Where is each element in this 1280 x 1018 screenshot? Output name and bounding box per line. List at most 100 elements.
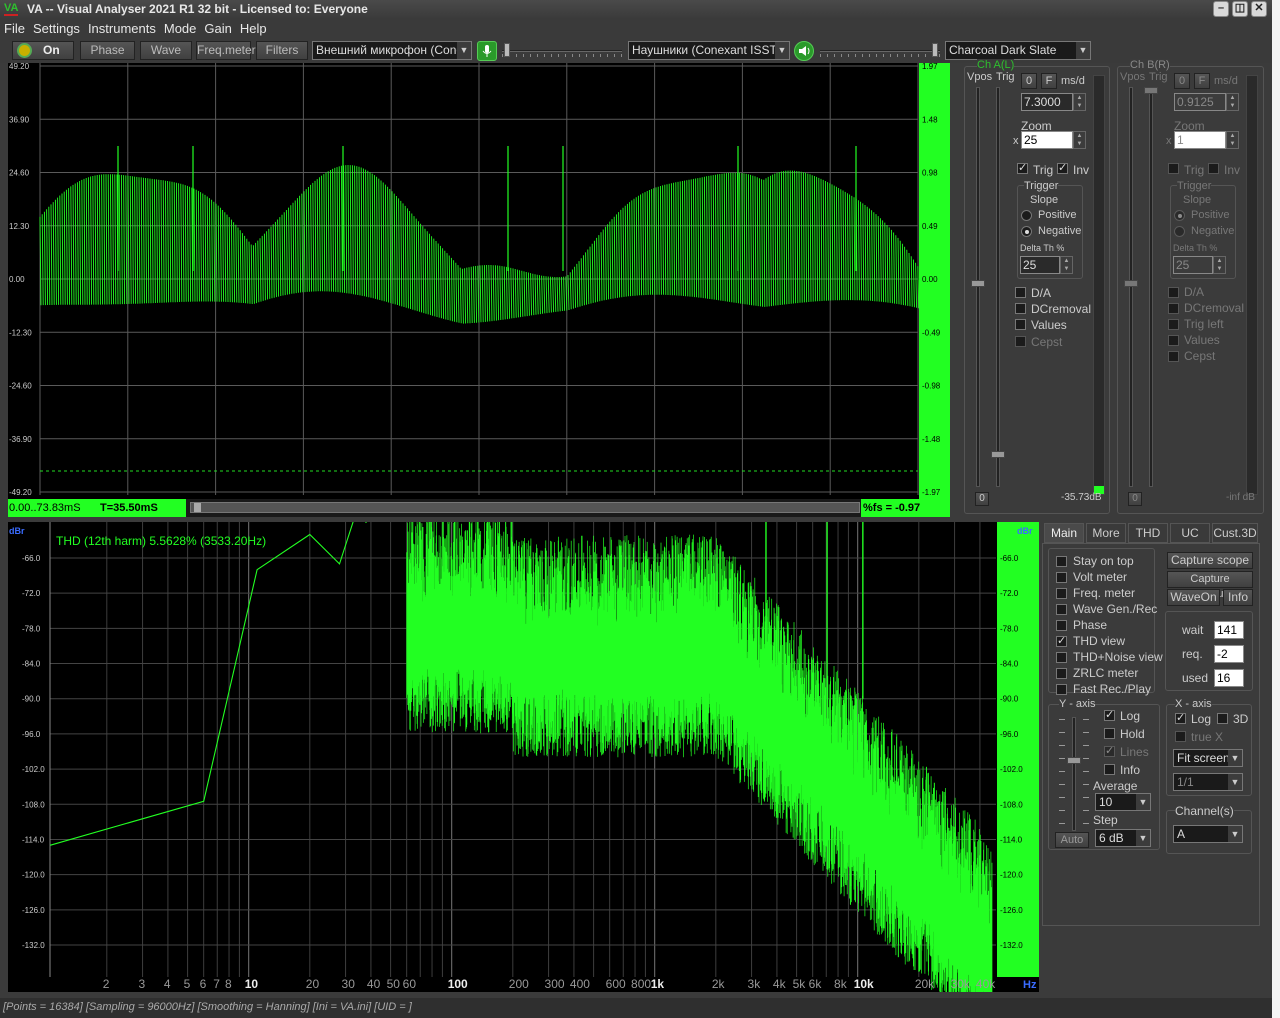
capture-scope-button[interactable]: Capture scope [1167, 552, 1253, 569]
zero-button[interactable]: 0 [1174, 73, 1190, 89]
vpos-slider-thumb[interactable] [971, 280, 985, 287]
instrument-checkbox[interactable] [1056, 556, 1067, 567]
fit-screen-select[interactable]: Fit screen ▼ [1173, 749, 1243, 767]
on-button[interactable]: On [12, 41, 74, 60]
delta-th-spinner[interactable]: ▲ ▼ [1060, 256, 1073, 274]
spectrum-view[interactable]: -66.0 -66.0 -72.0 -72.0 -78.0 -78.0 -84.0 -84.0… [8, 522, 1039, 992]
da-checkbox[interactable] [1168, 287, 1179, 298]
speaker-icon[interactable] [794, 41, 814, 61]
channel-b-zero-button[interactable]: 0 [1128, 492, 1142, 506]
trig-slider[interactable] [1149, 87, 1153, 487]
trig-checkbox[interactable] [1017, 161, 1028, 174]
negative-radio[interactable] [1021, 226, 1032, 237]
tab-more[interactable]: More [1086, 523, 1126, 543]
instrument-checkbox[interactable] [1056, 604, 1067, 615]
delta-th-input[interactable]: 25 [1020, 256, 1060, 274]
tab-cust3d[interactable]: Cust.3D [1212, 523, 1258, 543]
da-checkbox[interactable] [1015, 287, 1026, 298]
restore-icon[interactable]: ◫ [1232, 1, 1248, 17]
zoom-spinner[interactable]: ▲ ▼ [1073, 131, 1086, 149]
output-volume-slider[interactable] [820, 43, 940, 59]
lines-checkbox[interactable] [1104, 744, 1115, 757]
theme-select[interactable]: Charcoal Dark Slate ▼ [945, 41, 1091, 60]
auto-button[interactable]: Auto [1055, 832, 1089, 848]
vpos-slider[interactable] [976, 87, 980, 487]
menu-file[interactable]: File [0, 19, 29, 38]
y-axis-slider-thumb[interactable] [1067, 757, 1081, 764]
time-scroll-thumb[interactable] [194, 503, 201, 512]
dcremoval-checkbox[interactable] [1015, 303, 1026, 314]
info-button[interactable]: Info [1223, 589, 1253, 606]
x-log-checkbox[interactable] [1175, 711, 1186, 724]
instrument-checkbox[interactable] [1056, 634, 1067, 647]
trig-slider-thumb[interactable] [1144, 87, 1158, 94]
channels-select[interactable]: A ▼ [1173, 825, 1243, 843]
log-checkbox[interactable] [1104, 708, 1115, 721]
instrument-checkbox[interactable] [1056, 588, 1067, 599]
tab-thd[interactable]: THD [1128, 523, 1168, 543]
values-checkbox[interactable] [1168, 335, 1179, 346]
freq-meter-button[interactable]: Freq.meter [196, 41, 256, 60]
instrument-checkbox[interactable] [1056, 572, 1067, 583]
instrument-checkbox[interactable] [1056, 620, 1067, 631]
delta-th-input[interactable]: 25 [1173, 256, 1213, 274]
oscilloscope-view[interactable]: 49.20 1.97 36.90 1.48 24.60 0.98 12.30 0.49 0.00… [8, 63, 950, 517]
inv-checkbox[interactable] [1057, 161, 1068, 174]
vpos-slider-thumb[interactable] [1124, 280, 1138, 287]
values-checkbox[interactable] [1015, 319, 1026, 330]
delta-th-spinner[interactable]: ▲ ▼ [1213, 256, 1226, 274]
instrument-checkbox[interactable] [1056, 652, 1067, 663]
f-button[interactable]: F [1194, 73, 1210, 89]
y-axis-slider[interactable] [1072, 717, 1076, 831]
f-button[interactable]: F [1041, 73, 1057, 89]
filters-button[interactable]: Filters [256, 41, 308, 60]
trig-left-checkbox[interactable] [1168, 319, 1179, 330]
capture-spectrum-button[interactable]: Capture spectrum [1167, 571, 1253, 600]
positive-radio[interactable] [1021, 210, 1032, 221]
instrument-checkbox[interactable] [1056, 668, 1067, 679]
output-device-select[interactable]: Наушники (Conexant ISST Au ▼ [628, 41, 790, 60]
ratio-select[interactable]: 1/1 ▼ [1173, 773, 1243, 791]
three-d-checkbox[interactable] [1217, 713, 1228, 724]
average-select[interactable]: 10 ▼ [1095, 793, 1151, 811]
instrument-checkbox[interactable] [1056, 684, 1067, 695]
waveon-button[interactable]: WaveOn [1167, 589, 1220, 606]
minimize-icon[interactable]: – [1213, 1, 1229, 17]
time-scrollbar[interactable] [190, 502, 860, 513]
zoom-spinner[interactable]: ▲ ▼ [1226, 131, 1239, 149]
negative-radio[interactable] [1174, 226, 1185, 237]
trig-slider-thumb[interactable] [991, 451, 1005, 458]
ms-per-div-input[interactable]: 0.9125 [1174, 93, 1226, 111]
zoom-input[interactable]: 25 [1021, 131, 1073, 149]
positive-radio[interactable] [1174, 210, 1185, 221]
ms-per-div-spinner[interactable]: ▲ ▼ [1073, 93, 1086, 111]
step-select[interactable]: 6 dB ▼ [1095, 829, 1151, 847]
input-gain-slider[interactable] [502, 43, 622, 59]
cepst-checkbox[interactable] [1168, 351, 1179, 362]
wave-button[interactable]: Wave [140, 41, 192, 60]
hold-checkbox[interactable] [1104, 728, 1115, 739]
menu-gain[interactable]: Gain [200, 19, 235, 38]
dcremoval-checkbox[interactable] [1168, 303, 1179, 314]
input-device-select[interactable]: Внешний микрофон (Conexa ▼ [312, 41, 472, 60]
zoom-input[interactable]: 1 [1174, 131, 1226, 149]
close-icon[interactable]: ✕ [1251, 1, 1267, 17]
tab-uc[interactable]: UC [1170, 523, 1210, 543]
cepst-checkbox[interactable] [1015, 336, 1026, 347]
zero-button[interactable]: 0 [1021, 73, 1037, 89]
menu-mode[interactable]: Mode [160, 19, 201, 38]
phase-button[interactable]: Phase [80, 41, 135, 60]
info-checkbox[interactable] [1104, 764, 1115, 775]
trig-slider[interactable] [996, 87, 1000, 487]
channel-a-zero-button[interactable]: 0 [975, 492, 989, 506]
menu-settings[interactable]: Settings [29, 19, 84, 38]
inv-checkbox[interactable] [1208, 163, 1219, 174]
true-x-checkbox[interactable] [1175, 731, 1186, 742]
tab-main[interactable]: Main [1044, 523, 1084, 543]
menu-instruments[interactable]: Instruments [84, 19, 160, 38]
ms-per-div-spinner[interactable]: ▲ ▼ [1226, 93, 1239, 111]
mic-icon[interactable] [477, 41, 497, 61]
ms-per-div-input[interactable]: 7.3000 [1021, 93, 1073, 111]
vpos-slider[interactable] [1129, 87, 1133, 487]
menu-help[interactable]: Help [236, 19, 271, 38]
